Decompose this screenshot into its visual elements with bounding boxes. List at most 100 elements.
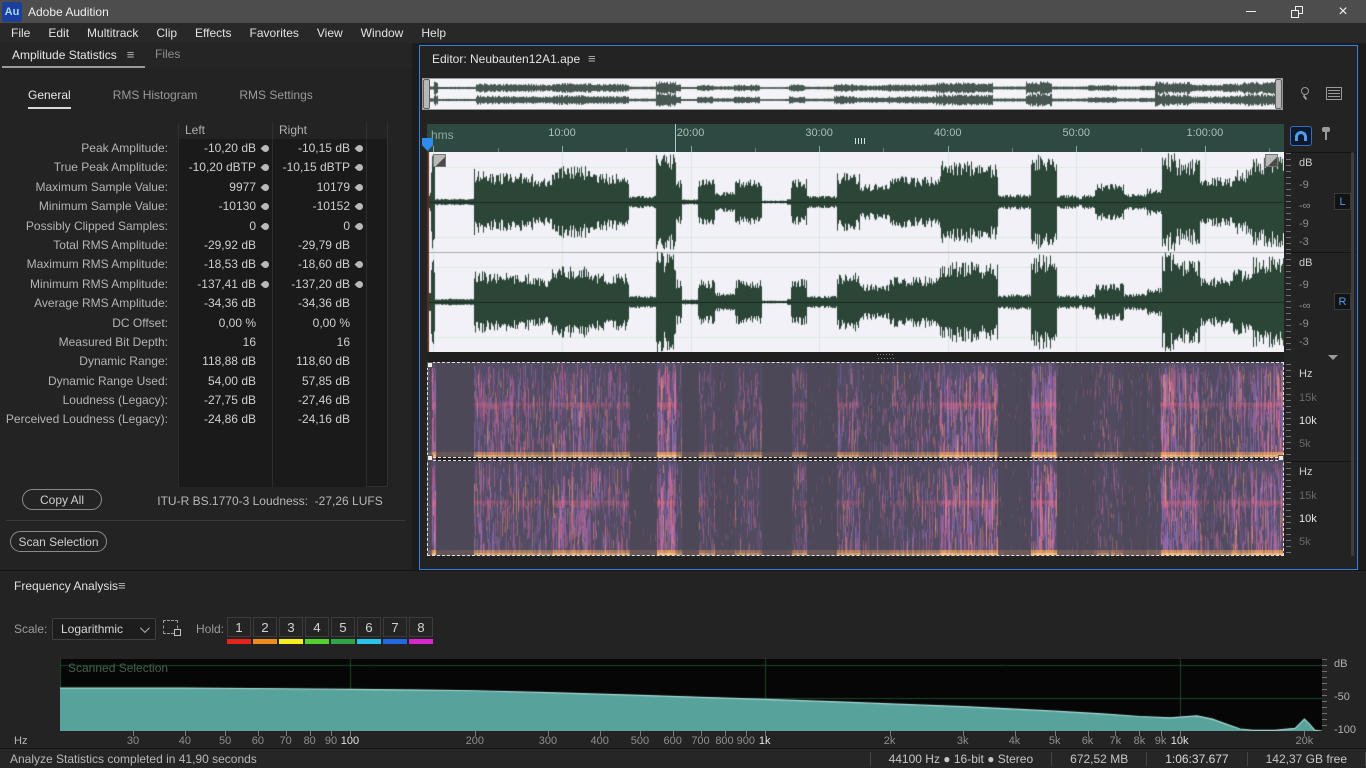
overview-left-handle[interactable] — [423, 79, 430, 109]
stat-row: Possibly Clipped Samples: 0 0 — [0, 216, 412, 237]
menu-clip[interactable]: Clip — [147, 23, 186, 43]
marker-pin-icon[interactable] — [354, 259, 365, 270]
stat-value-right: -18,60 dB — [272, 255, 366, 276]
menu-favorites[interactable]: Favorites — [241, 23, 308, 43]
stat-row: Minimum Sample Value: -10130 -10152 — [0, 197, 412, 218]
minimize-button[interactable] — [1228, 0, 1274, 23]
db-label: -3 — [1299, 236, 1309, 248]
marker-cluster[interactable] — [855, 138, 865, 144]
marker-pin-icon[interactable] — [260, 221, 271, 232]
editor-panel-menu-icon[interactable]: ≡ — [588, 51, 596, 66]
hold-button-8[interactable]: 8 — [409, 617, 433, 637]
marker-pin-icon[interactable] — [260, 162, 271, 173]
hold-button-7[interactable]: 7 — [383, 617, 407, 637]
copy-graph-icon[interactable] — [163, 620, 181, 636]
spectrogram-canvas[interactable] — [428, 363, 1283, 555]
selection-handle[interactable] — [427, 455, 433, 461]
spectrogram-view[interactable] — [427, 362, 1284, 556]
waveform-canvas[interactable] — [427, 152, 1284, 352]
menu-window[interactable]: Window — [352, 23, 413, 43]
stat-row-label: DC Offset: — [112, 315, 168, 330]
panel-menu-icon[interactable]: ≡ — [127, 47, 135, 62]
marker-pin-icon[interactable] — [260, 259, 271, 270]
hold-color-bar — [409, 639, 433, 644]
editor-scrollbar[interactable] — [1351, 152, 1354, 556]
marker-pin-icon[interactable] — [260, 182, 271, 193]
selection-handle[interactable] — [1278, 455, 1284, 461]
marker-pin-icon[interactable] — [354, 221, 365, 232]
overview-waveform-canvas[interactable] — [430, 80, 1275, 108]
hold-button-5[interactable]: 5 — [331, 617, 355, 637]
timeline-tick-label: 1:00:00 — [1186, 127, 1224, 139]
close-button[interactable]: × — [1320, 0, 1366, 23]
snap-magnet-icon[interactable] — [1290, 126, 1312, 146]
overview-strip[interactable] — [422, 78, 1283, 110]
menu-multitrack[interactable]: Multitrack — [78, 23, 147, 43]
timeline-tick-label: 50:00 — [1062, 127, 1091, 139]
frequency-panel-menu-icon[interactable]: ≡ — [118, 578, 126, 593]
hold-button-3[interactable]: 3 — [279, 617, 303, 637]
fade-out-handle[interactable] — [1265, 154, 1278, 167]
menu-effects[interactable]: Effects — [186, 23, 240, 43]
overview-right-handle[interactable] — [1275, 79, 1282, 109]
marker-pin-icon[interactable] — [354, 143, 365, 154]
app-logo-icon: Au — [2, 1, 22, 22]
copy-all-button[interactable]: Copy All — [22, 489, 102, 510]
channel-right-badge[interactable]: R — [1334, 293, 1351, 310]
spectral-dropdown-icon[interactable] — [1328, 355, 1338, 360]
waveform-view[interactable] — [427, 152, 1284, 352]
status-file-size: 672,52 MB — [1070, 751, 1129, 766]
pin-marker-icon[interactable] — [1321, 127, 1331, 143]
marker-pin-icon[interactable] — [354, 182, 365, 193]
hz-ruler-left: Hz 15k 10k 5k — [1286, 364, 1356, 459]
channel-left-badge[interactable]: L — [1334, 193, 1351, 210]
hold-button-6[interactable]: 6 — [357, 617, 381, 637]
frequency-plot[interactable]: Scanned Selection — [60, 659, 1322, 731]
menu-help[interactable]: Help — [412, 23, 455, 43]
restore-button[interactable] — [1274, 0, 1320, 23]
splitter-grip-icon[interactable] — [877, 354, 895, 359]
tab-files[interactable]: Files — [155, 47, 180, 61]
hold-button-4[interactable]: 4 — [305, 617, 329, 637]
menu-edit[interactable]: Edit — [39, 23, 78, 43]
scale-dropdown-value: Logarithmic — [61, 622, 124, 636]
hold-button-1[interactable]: 1 — [227, 617, 251, 637]
hold-button-2[interactable]: 2 — [253, 617, 277, 637]
editor-view-menu-icon[interactable] — [1326, 87, 1342, 100]
tab-amplitude-statistics[interactable]: Amplitude Statistics ≡ — [12, 47, 134, 62]
menu-file[interactable]: File — [2, 23, 39, 43]
selection-handle[interactable] — [427, 362, 433, 368]
timeline-tick-label: 40:00 — [933, 127, 962, 139]
zoom-navigate-icon[interactable] — [1297, 86, 1315, 102]
editor-tab-title[interactable]: Editor: Neubauten12A1.ape — [432, 52, 580, 66]
frequency-panel-title[interactable]: Frequency Analysis — [14, 579, 118, 593]
marker-pin-icon[interactable] — [260, 201, 271, 212]
frequency-chart-canvas[interactable] — [60, 659, 1322, 731]
marker-pin-icon[interactable] — [260, 279, 271, 290]
stats-table-filler — [0, 430, 412, 487]
tab-rms-settings[interactable]: RMS Settings — [239, 88, 312, 109]
db-label: -∞ — [1299, 200, 1311, 212]
marker-pin-icon[interactable] — [260, 143, 271, 154]
tab-general[interactable]: General — [28, 88, 71, 109]
marker-pin-icon[interactable] — [354, 279, 365, 290]
stat-value-left: 16 — [178, 332, 272, 354]
scale-dropdown[interactable]: Logarithmic — [52, 618, 156, 640]
tab-rms-histogram[interactable]: RMS Histogram — [113, 88, 198, 109]
itu-loudness-text: ITU-R BS.1770-3 Loudness: -27,26 LUFS — [157, 494, 383, 508]
scan-selection-button[interactable]: Scan Selection — [10, 531, 107, 552]
frequency-analysis-panel: Frequency Analysis ≡ Scale: Logarithmic … — [0, 570, 1366, 748]
timeline[interactable]: hms 10:00 20:00 30:00 40:00 50:00 1:00:00 — [427, 124, 1284, 152]
status-disk-free: 142,37 GB free — [1265, 751, 1347, 766]
stat-value-right: -10152 — [272, 197, 366, 218]
marker-pin-icon[interactable] — [354, 162, 365, 173]
timeline-tick-label: 20:00 — [676, 127, 705, 139]
fade-in-handle[interactable] — [433, 154, 446, 167]
menu-view[interactable]: View — [308, 23, 352, 43]
hold-label: Hold: — [196, 622, 225, 636]
hz-label: 15k — [1299, 392, 1317, 404]
marker-pin-icon[interactable] — [354, 201, 365, 212]
stat-row-label: Maximum Sample Value: — [35, 179, 169, 194]
scanned-selection-label: Scanned Selection — [68, 661, 169, 675]
view-splitter[interactable] — [427, 352, 1284, 362]
